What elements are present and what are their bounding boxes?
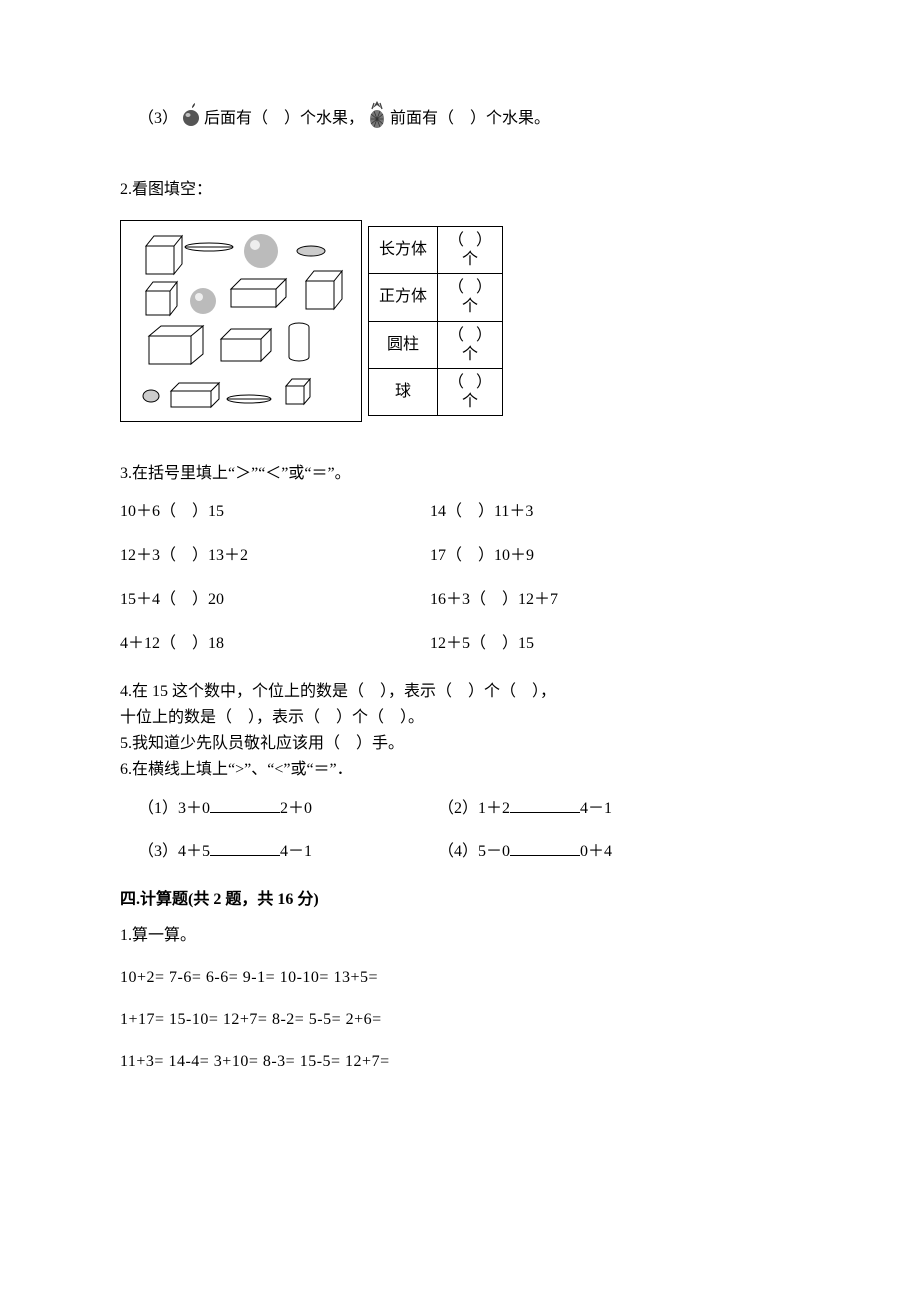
- apple-icon: [180, 102, 202, 136]
- shape-name-cell: 球: [369, 368, 438, 415]
- calc-row[interactable]: 1+17= 15-10= 12+7= 8-2= 5-5= 2+6=: [120, 1008, 800, 1032]
- section4-title: 四.计算题(共 2 题，共 16 分): [120, 888, 800, 912]
- q1-sub3-partA: 后面有（ ）个水果，: [204, 107, 364, 131]
- q4-line2[interactable]: 十位上的数是（ ），表示（ ）个（ ）。: [120, 706, 800, 730]
- shape-name-cell: 长方体: [369, 226, 438, 273]
- shapes-box: [120, 220, 362, 422]
- shape-count-cell[interactable]: （ ） 个: [438, 274, 503, 321]
- shape-count-cell[interactable]: （ ） 个: [438, 321, 503, 368]
- q6-label: 6.在横线上填上“>”、“<”或“＝”．: [120, 758, 800, 782]
- q3-item[interactable]: 15＋4（ ）20: [120, 588, 420, 612]
- shape-count-cell[interactable]: （ ） 个: [438, 226, 503, 273]
- q1-sub3-prefix: （3）: [138, 107, 178, 131]
- shape-name-cell: 正方体: [369, 274, 438, 321]
- q6-item[interactable]: （3）4＋54－1: [138, 839, 428, 864]
- shape-name-cell: 圆柱: [369, 321, 438, 368]
- q1-sub3-partB: 前面有（ ）个水果。: [390, 107, 550, 131]
- shape-count-cell[interactable]: （ ） 个: [438, 368, 503, 415]
- q3-label: 3.在括号里填上“＞”“＜”或“＝”。: [120, 462, 800, 486]
- q6-item[interactable]: （4）5－00＋4: [438, 839, 728, 864]
- calc-row[interactable]: 10+2= 7-6= 6-6= 9-1= 10-10= 13+5=: [120, 966, 800, 990]
- q4-block: 4.在 15 这个数中，个位上的数是（ ），表示（ ）个（ ）， 十位上的数是（…: [120, 680, 800, 782]
- q4-line1[interactable]: 4.在 15 这个数中，个位上的数是（ ），表示（ ）个（ ），: [120, 680, 800, 704]
- table-row: 球 （ ） 个: [369, 368, 503, 415]
- q6-grid: （1）3＋02＋0 （2）1＋24－1 （3）4＋54－1 （4）5－00＋4: [138, 796, 800, 864]
- shapes-illustration-icon: [121, 221, 361, 421]
- blank-line[interactable]: [210, 839, 280, 856]
- q6-item[interactable]: （1）3＋02＋0: [138, 796, 428, 821]
- q6-item[interactable]: （2）1＋24－1: [438, 796, 728, 821]
- q2-label: 2.看图填空：: [120, 178, 800, 202]
- q3-item[interactable]: 12＋5（ ）15: [430, 632, 730, 656]
- q3-item[interactable]: 12＋3（ ）13＋2: [120, 544, 420, 568]
- table-row: 圆柱 （ ） 个: [369, 321, 503, 368]
- q3-grid: 10＋6（ ）15 14（ ）11＋3 12＋3（ ）13＋2 17（ ）10＋…: [120, 500, 800, 656]
- q5-text[interactable]: 5.我知道少先队员敬礼应该用（ ）手。: [120, 732, 800, 756]
- q3-item[interactable]: 10＋6（ ）15: [120, 500, 420, 524]
- table-row: 长方体 （ ） 个: [369, 226, 503, 273]
- q3-item[interactable]: 14（ ）11＋3: [430, 500, 730, 524]
- calc-row[interactable]: 11+3= 14-4= 3+10= 8-3= 15-5= 12+7=: [120, 1050, 800, 1074]
- blank-line[interactable]: [510, 796, 580, 813]
- calc-label: 1.算一算。: [120, 924, 800, 948]
- blank-line[interactable]: [210, 796, 280, 813]
- pineapple-icon: [366, 100, 388, 138]
- shape-count-table: 长方体 （ ） 个 正方体 （ ） 个 圆柱 （ ） 个 球 （ ） 个: [368, 226, 503, 417]
- q3-item[interactable]: 17（ ）10＋9: [430, 544, 730, 568]
- q3-item[interactable]: 4＋12（ ）18: [120, 632, 420, 656]
- blank-line[interactable]: [510, 839, 580, 856]
- table-row: 正方体 （ ） 个: [369, 274, 503, 321]
- q2-figure-row: 长方体 （ ） 个 正方体 （ ） 个 圆柱 （ ） 个 球 （ ） 个: [120, 220, 800, 422]
- q3-item[interactable]: 16＋3（ ）12＋7: [430, 588, 730, 612]
- q1-sub3-line: （3） 后面有（ ）个水果， 前面有（ ）个水果。: [138, 100, 800, 138]
